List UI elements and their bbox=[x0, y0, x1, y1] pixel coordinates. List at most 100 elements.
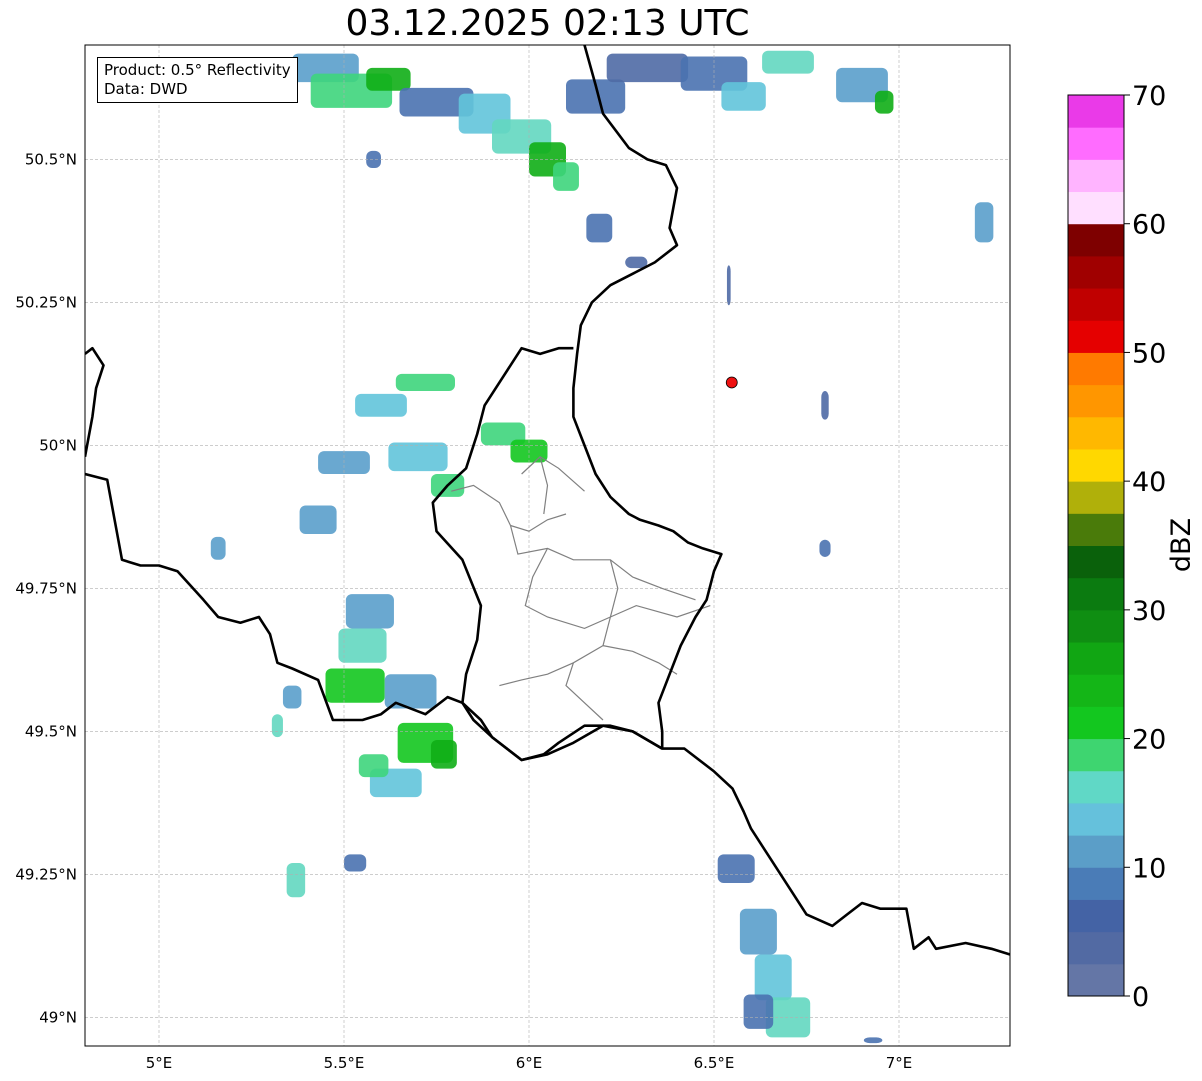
colorbar-tick-label: 60 bbox=[1132, 210, 1166, 241]
colorbar-step bbox=[1068, 191, 1124, 225]
echo-cell bbox=[345, 594, 394, 629]
colorbar-step bbox=[1068, 609, 1124, 643]
echo-cell bbox=[395, 373, 455, 392]
echo-cell bbox=[271, 714, 283, 738]
colorbar-step bbox=[1068, 867, 1124, 900]
lon-tick-label: 7°E bbox=[886, 1054, 913, 1072]
lat-tick-label: 50.25°N bbox=[15, 293, 77, 311]
echo-cell bbox=[874, 90, 894, 114]
district-boundary bbox=[510, 513, 567, 532]
echo-cell bbox=[721, 82, 766, 111]
echo-cell bbox=[819, 539, 831, 557]
radar-site-layer bbox=[725, 376, 738, 389]
echo-cell bbox=[739, 908, 777, 955]
colorbar-tick-label: 30 bbox=[1132, 596, 1166, 627]
echo-cell bbox=[366, 67, 411, 91]
lat-tick-label: 49.25°N bbox=[15, 865, 77, 883]
colorbar-step bbox=[1068, 288, 1124, 321]
lat-tick-label: 50°N bbox=[39, 436, 77, 454]
district-boundary bbox=[499, 559, 619, 687]
lon-tick-label: 5°E bbox=[146, 1054, 173, 1072]
lon-tick-label: 6.5°E bbox=[694, 1054, 735, 1072]
colorbar-step bbox=[1068, 255, 1124, 289]
lat-tick-label: 49.75°N bbox=[15, 579, 77, 597]
colorbar-label: dBZ bbox=[1166, 518, 1197, 572]
lat-tick-label: 49.5°N bbox=[25, 722, 77, 740]
colorbar-step bbox=[1068, 159, 1124, 193]
echo-cell bbox=[366, 150, 381, 168]
district-boundary bbox=[539, 456, 549, 515]
echo-cell bbox=[726, 265, 731, 306]
country-borders bbox=[85, 45, 1010, 956]
echo-cell bbox=[974, 202, 994, 243]
radar-site-marker bbox=[725, 376, 738, 389]
echo-cell bbox=[282, 685, 302, 709]
reflectivity-echoes bbox=[210, 50, 994, 1044]
echo-cell bbox=[338, 628, 387, 663]
echo-cell bbox=[384, 674, 437, 709]
colorbar-step bbox=[1068, 577, 1124, 611]
data-source-label: Data: DWD bbox=[104, 80, 188, 98]
colorbar: 0 10 20 30 40 50 60 70 dBZ bbox=[1067, 85, 1197, 1013]
country-border bbox=[572, 45, 723, 749]
echo-cell bbox=[821, 391, 829, 420]
echo-cell bbox=[625, 256, 648, 269]
echo-cell bbox=[388, 442, 448, 472]
echo-cell bbox=[286, 862, 306, 898]
colorbar-step bbox=[1068, 481, 1124, 514]
colorbar-tick-label: 0 bbox=[1132, 982, 1149, 1013]
colorbar-tick-label: 40 bbox=[1132, 467, 1166, 498]
colorbar-step bbox=[1068, 448, 1124, 482]
colorbar-tick-label: 10 bbox=[1132, 853, 1166, 884]
lon-tick-label: 6°E bbox=[516, 1054, 543, 1072]
lon-tick-label: 5.5°E bbox=[324, 1054, 365, 1072]
echo-cell bbox=[325, 668, 385, 703]
colorbar-step bbox=[1068, 384, 1124, 418]
colorbar-step bbox=[1068, 642, 1124, 675]
echo-cell bbox=[299, 505, 337, 535]
country-border bbox=[431, 346, 663, 762]
echo-cell bbox=[430, 739, 457, 769]
product-info-box: Product: 0.5° Reflectivity Data: DWD bbox=[97, 57, 298, 103]
colorbar-step bbox=[1068, 802, 1124, 836]
echo-cell bbox=[754, 954, 792, 1001]
colorbar-step bbox=[1068, 545, 1124, 579]
echo-cell bbox=[863, 1037, 883, 1044]
echo-cell bbox=[358, 754, 389, 778]
colorbar-tick-label: 20 bbox=[1132, 725, 1166, 756]
colorbar-step bbox=[1068, 706, 1124, 740]
country-border bbox=[85, 346, 105, 458]
echo-cell bbox=[762, 50, 814, 74]
colorbar-step bbox=[1068, 899, 1124, 933]
colorbar-step bbox=[1068, 416, 1124, 450]
colorbar-tick-label: 70 bbox=[1132, 85, 1166, 112]
colorbar-step bbox=[1068, 513, 1124, 546]
colorbar-tick-label: 50 bbox=[1132, 338, 1166, 369]
map-tick-labels: 5°E 5.5°E 6°E 6.5°E 7°E 50.5°N 50.25°N 50°N 49.7… bbox=[15, 150, 912, 1072]
echo-cell bbox=[355, 393, 407, 417]
colorbar-step bbox=[1068, 320, 1124, 353]
colorbar-step bbox=[1068, 95, 1124, 128]
colorbar-steps bbox=[1068, 95, 1124, 997]
colorbar-step bbox=[1068, 223, 1124, 257]
echo-cell bbox=[586, 213, 613, 243]
echo-cell bbox=[344, 854, 367, 872]
colorbar-step bbox=[1068, 674, 1124, 707]
echo-cell bbox=[717, 854, 755, 883]
colorbar-step bbox=[1068, 738, 1124, 772]
echo-cell bbox=[606, 53, 689, 83]
colorbar-ticks: 0 10 20 30 40 50 60 70 bbox=[1124, 85, 1166, 1013]
colorbar-step bbox=[1068, 931, 1124, 965]
colorbar-step bbox=[1068, 352, 1124, 386]
colorbar-step bbox=[1068, 770, 1124, 804]
lat-tick-label: 49°N bbox=[39, 1008, 77, 1026]
echo-cell bbox=[743, 994, 774, 1029]
echo-cell bbox=[210, 536, 226, 560]
colorbar-step bbox=[1068, 127, 1124, 160]
product-label: Product: 0.5° Reflectivity bbox=[104, 61, 291, 79]
district-boundary bbox=[565, 662, 604, 721]
echo-cell bbox=[553, 162, 579, 191]
district-boundary bbox=[602, 645, 678, 675]
radar-map: 5°E 5.5°E 6°E 6.5°E 7°E 50.5°N 50.25°N 50°N 49.7… bbox=[15, 44, 1011, 1072]
colorbar-step bbox=[1068, 963, 1124, 997]
